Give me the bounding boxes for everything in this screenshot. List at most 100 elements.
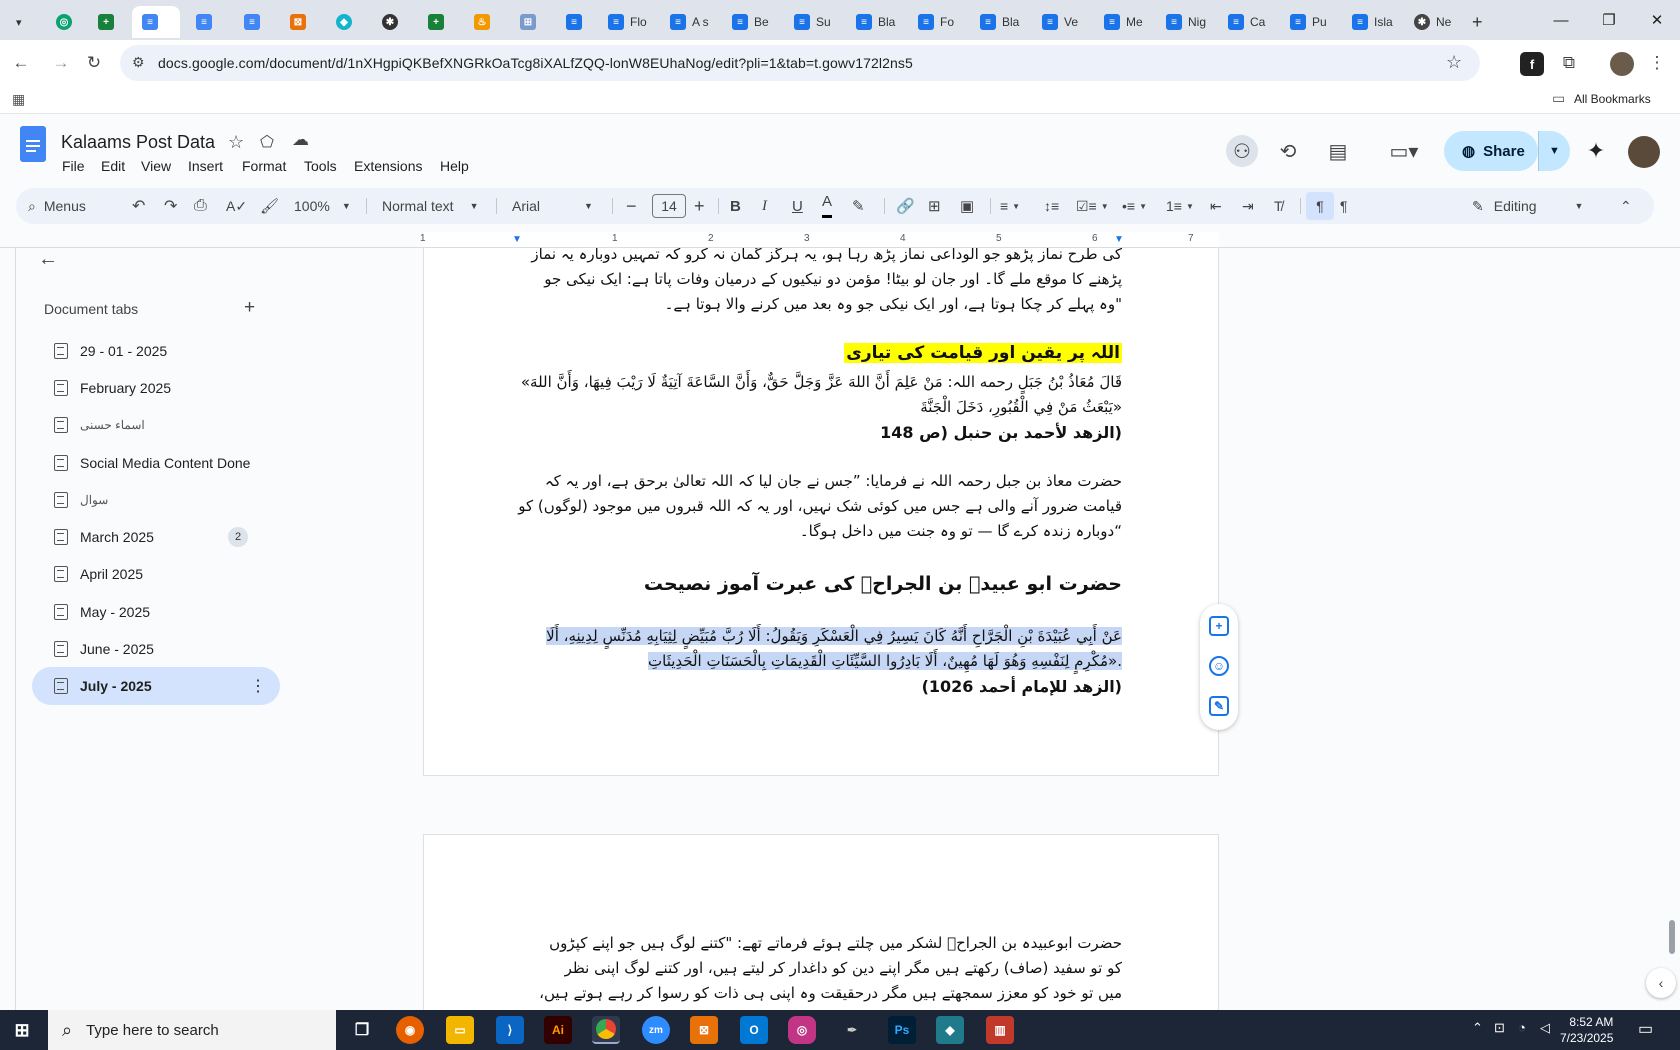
menu-view[interactable]: View [141, 158, 171, 174]
browser-tab[interactable]: ≡ Su [784, 6, 842, 38]
emoji-reaction-icon[interactable]: ☺ [1209, 656, 1229, 676]
browser-tab[interactable]: ≡ A s [660, 6, 718, 38]
add-comment-icon[interactable]: + [1209, 616, 1229, 636]
extensions-puzzle-icon[interactable]: ⧉ [1558, 52, 1580, 74]
notifications-icon[interactable]: ▭ [1638, 1019, 1653, 1039]
underline-button[interactable]: U [792, 188, 803, 224]
sidebar-item[interactable]: سوال [32, 481, 280, 519]
menu-help[interactable]: Help [440, 158, 469, 174]
version-history-icon[interactable]: ⟲ [1272, 135, 1304, 167]
firefox-icon[interactable]: ◉ [396, 1016, 424, 1044]
browser-tab[interactable]: ≡ Bla [846, 6, 904, 38]
scrollbar-thumb[interactable] [1669, 920, 1675, 954]
cloud-status-icon[interactable]: ☁ [292, 130, 309, 150]
highlight-color-button[interactable]: ✎ [852, 188, 865, 224]
browser-tab[interactable]: ≡ Me [1094, 6, 1152, 38]
share-dropdown-button[interactable]: ▼ [1538, 131, 1570, 171]
omnibox[interactable]: ⚙ docs.google.com/document/d/1nXHgpiQKBe… [120, 45, 1480, 81]
browser-tab[interactable]: + [88, 6, 118, 38]
text-color-button[interactable]: A [822, 188, 833, 218]
chrome-icon[interactable] [592, 1016, 620, 1044]
minimize-button[interactable]: — [1538, 6, 1584, 34]
share-button[interactable]: ◍ Share [1444, 131, 1538, 171]
insert-image-button[interactable]: ▣ [960, 188, 974, 224]
sidebar-item[interactable]: اسماء حسنی [32, 406, 280, 444]
volume-icon[interactable]: ◁ [1540, 1020, 1550, 1036]
sidebar-item[interactable]: May - 2025 [32, 593, 280, 631]
browser-tab[interactable]: ≡ Nig [1156, 6, 1214, 38]
back-button[interactable]: ← [10, 52, 32, 74]
taskbar-search[interactable]: ⌕ Type here to search [48, 1010, 336, 1050]
profile-avatar[interactable] [1610, 52, 1634, 76]
task-view-icon[interactable]: ❐ [348, 1016, 376, 1044]
browser-tab[interactable]: ≡ [186, 6, 216, 38]
add-comment-button[interactable]: ⊞ [928, 188, 941, 224]
site-info-icon[interactable]: ⚙ [132, 54, 145, 71]
sidebar-item[interactable]: April 2025 [32, 555, 280, 593]
browser-tab[interactable]: ≡ Ve [1032, 6, 1090, 38]
spellcheck-button[interactable]: A✓ [226, 188, 247, 224]
browser-tab-active[interactable]: ≡ [132, 6, 180, 38]
browser-tab[interactable]: ≡ Pu [1280, 6, 1338, 38]
document-title[interactable]: Kalaams Post Data [61, 132, 215, 153]
browser-tab[interactable]: ≡ Isla [1342, 6, 1400, 38]
menu-insert[interactable]: Insert [188, 158, 223, 174]
sidebar-item[interactable]: 29 - 01 - 2025 [32, 332, 280, 370]
browser-tab[interactable]: ✱ Ne [1404, 6, 1464, 38]
line-spacing-button[interactable]: ↕≡ [1044, 188, 1059, 224]
vertical-scrollbar[interactable] [1662, 248, 1680, 1010]
browser-menu-icon[interactable]: ⋮ [1646, 52, 1668, 74]
chevron-up-icon[interactable]: ⌃ [1472, 1020, 1483, 1036]
back-arrow-icon[interactable]: ← [38, 248, 58, 271]
browser-tab[interactable]: ≡ Flo [598, 6, 656, 38]
new-tab-button[interactable]: + [1466, 6, 1494, 38]
wifi-icon[interactable]: ◔ [1518, 1020, 1526, 1035]
left-indent-marker[interactable]: ▼ [512, 234, 522, 245]
add-tab-button[interactable]: + [244, 297, 255, 319]
numbered-list-button[interactable]: 1≡ ▼ [1166, 188, 1194, 224]
browser-tab[interactable]: ◎ [46, 6, 76, 38]
photoshop-icon[interactable]: Ps [888, 1016, 916, 1044]
font-size-field[interactable]: 14 [652, 188, 686, 224]
align-button[interactable]: ≡ ▼ [1000, 188, 1020, 224]
vscode-icon[interactable]: ⟩ [496, 1016, 524, 1044]
illustrator-icon[interactable]: Ai [544, 1016, 572, 1044]
browser-tab[interactable]: ≡ Be [722, 6, 780, 38]
browser-tab[interactable]: ✱ [372, 6, 402, 38]
file-explorer-icon[interactable]: ▭ [446, 1016, 474, 1044]
font-family-select[interactable]: Arial ▼ [512, 188, 593, 224]
menus-search[interactable]: ⌕ Menus [28, 188, 86, 224]
extension-icon[interactable]: f [1520, 52, 1544, 76]
close-window-button[interactable]: ✕ [1634, 6, 1680, 34]
comments-icon[interactable]: ▤ [1322, 135, 1354, 167]
side-panel-toggle-button[interactable]: ‹ [1646, 968, 1676, 998]
docs-logo-icon[interactable] [20, 126, 46, 162]
reload-button[interactable]: ↻ [83, 52, 105, 74]
restore-button[interactable]: ❐ [1586, 6, 1632, 34]
suggest-edits-icon[interactable]: ✎ [1209, 696, 1229, 716]
horizontal-ruler[interactable]: 1 1 2 3 4 5 6 7 ▼ ▼ [0, 232, 1680, 248]
app-icon[interactable]: ◆ [936, 1016, 964, 1044]
bulleted-list-button[interactable]: •≡ ▼ [1122, 188, 1147, 224]
bold-button[interactable]: B [730, 188, 741, 224]
apps-grid-icon[interactable]: ▦ [12, 91, 25, 108]
browser-tab[interactable]: ≡ [234, 6, 264, 38]
ltr-button[interactable]: ¶ [1340, 188, 1348, 224]
collapse-menus-button[interactable]: ⌃ [1620, 188, 1632, 224]
menu-extensions[interactable]: Extensions [354, 158, 422, 174]
star-icon[interactable]: ☆ [228, 132, 244, 153]
paragraph-style-select[interactable]: Normal text ▼ [382, 188, 479, 224]
archive-app-icon[interactable]: ▥ [986, 1016, 1014, 1044]
browser-tab[interactable]: ≡ Fo [908, 6, 966, 38]
menu-format[interactable]: Format [242, 158, 286, 174]
forward-button[interactable]: → [50, 52, 72, 74]
system-clock[interactable]: 8:52 AM 7/23/2025 [1560, 1014, 1613, 1046]
account-avatar[interactable] [1628, 136, 1660, 168]
browser-tab[interactable]: ≡ Ca [1218, 6, 1276, 38]
menu-tools[interactable]: Tools [304, 158, 337, 174]
meet-present-icon[interactable]: ⚇ [1226, 135, 1258, 167]
more-options-icon[interactable]: ⋮ [250, 676, 266, 696]
outlook-icon[interactable]: O [740, 1016, 768, 1044]
rtl-button[interactable]: ¶ [1306, 192, 1334, 220]
all-bookmarks-link[interactable]: All Bookmarks [1574, 92, 1651, 106]
